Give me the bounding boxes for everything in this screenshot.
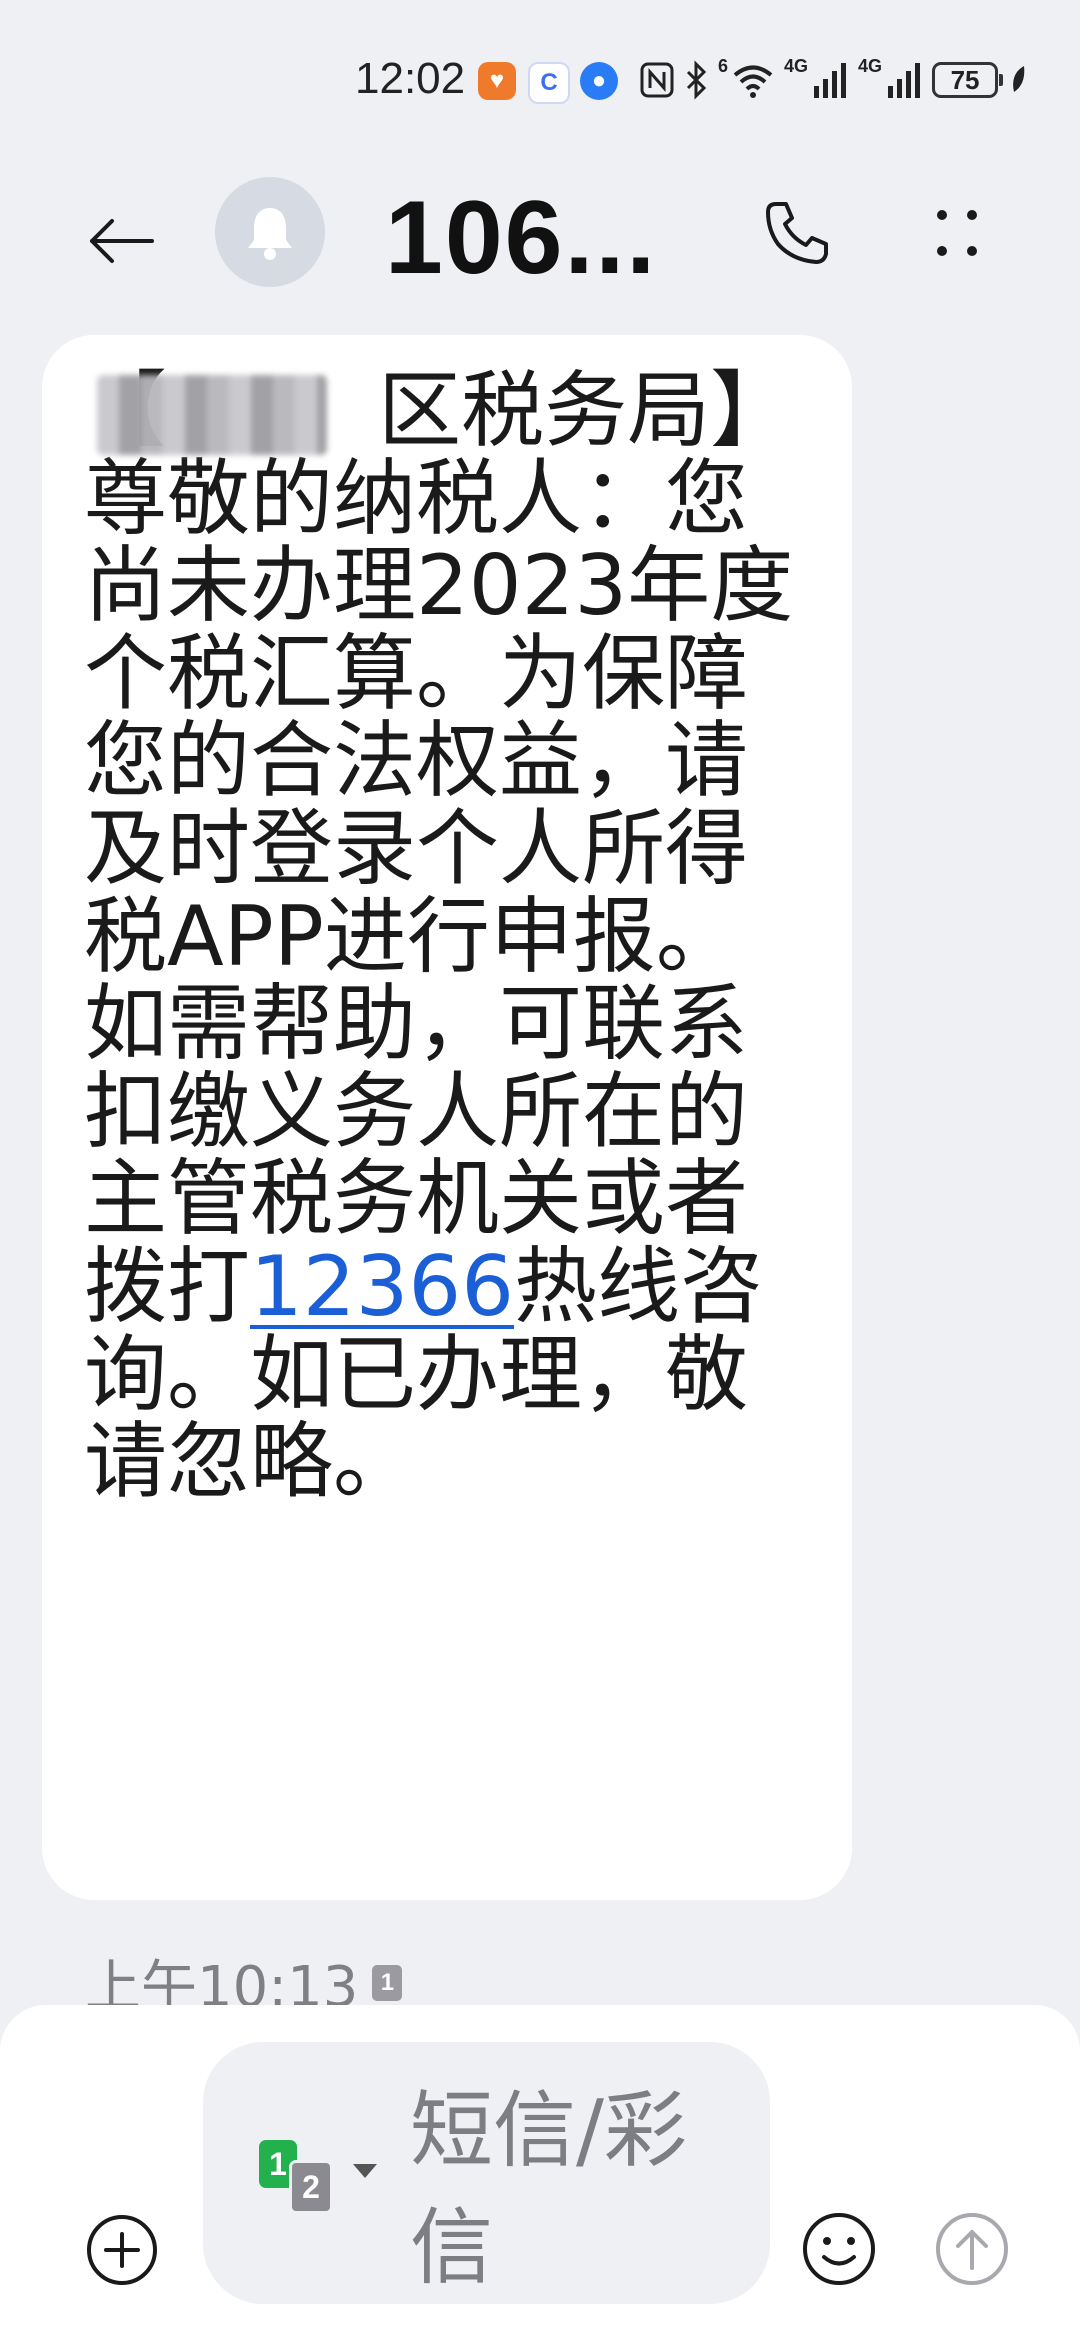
battery-indicator: 75 bbox=[932, 62, 1004, 98]
message-input[interactable]: 1 2 短信/彩信 bbox=[203, 2042, 770, 2304]
network-label-2: 4G bbox=[858, 56, 883, 76]
message-text[interactable]: 【 区税务局】尊敬的纳税人：您尚未办理2023年度个税汇算。为保障您的合法权益，… bbox=[84, 367, 812, 1506]
status-bar: 12:02 ♥ C ● 6 4G 4G 75 bbox=[0, 48, 1080, 112]
health-app-icon: ♥ bbox=[478, 62, 516, 100]
sim-card-tag: 1 bbox=[372, 1964, 403, 2001]
smiley-icon bbox=[803, 2213, 875, 2285]
send-button[interactable] bbox=[926, 2203, 1018, 2295]
globe-app-icon: ● bbox=[580, 62, 618, 100]
redacted-region bbox=[97, 375, 327, 455]
sim2-badge: 2 bbox=[289, 2160, 333, 2214]
nfc-icon bbox=[640, 62, 674, 98]
browser-app-icon: C bbox=[528, 62, 570, 104]
attach-button[interactable] bbox=[77, 2205, 167, 2295]
bell-icon bbox=[248, 208, 292, 260]
send-up-arrow-icon bbox=[936, 2213, 1008, 2285]
wifi-badge: 6 bbox=[718, 56, 729, 76]
leaf-icon bbox=[1013, 66, 1025, 92]
wifi-icon bbox=[733, 65, 773, 98]
arrow-left-icon bbox=[90, 219, 154, 263]
more-vertical-icon bbox=[937, 210, 977, 256]
phone-icon bbox=[766, 202, 828, 264]
input-placeholder: 短信/彩信 bbox=[410, 2082, 687, 2296]
signal-icon-1 bbox=[814, 63, 847, 98]
sim-selector[interactable]: 1 2 bbox=[259, 2140, 377, 2220]
message-bubble[interactable]: 【 区税务局】尊敬的纳税人：您尚未办理2023年度个税汇算。为保障您的合法权益，… bbox=[42, 335, 852, 1900]
call-button[interactable] bbox=[752, 188, 842, 278]
status-icons: 6 4G 4G 75 bbox=[640, 54, 1028, 106]
emoji-button[interactable] bbox=[793, 2203, 885, 2295]
contact-name[interactable]: 106... bbox=[385, 178, 657, 298]
chevron-down-icon bbox=[353, 2164, 377, 2178]
more-options-button[interactable] bbox=[912, 188, 1002, 278]
network-label-1: 4G bbox=[784, 56, 809, 76]
back-button[interactable] bbox=[76, 196, 166, 286]
status-time: 12:02 bbox=[355, 54, 466, 103]
message-body: 【 区税务局】尊敬的纳税人：您尚未办理2023年度个税汇算。为保障您的合法权益，… bbox=[84, 362, 794, 1335]
conversation-header: 106... bbox=[0, 160, 1080, 310]
message-composer: 1 2 短信/彩信 bbox=[0, 2005, 1080, 2340]
phone-number-link[interactable]: 12366 bbox=[250, 1238, 514, 1335]
bluetooth-icon bbox=[686, 60, 707, 100]
signal-icon-2 bbox=[888, 63, 921, 98]
battery-level: 75 bbox=[950, 64, 980, 95]
avatar[interactable] bbox=[215, 177, 325, 287]
plus-circle-icon bbox=[87, 2215, 157, 2285]
